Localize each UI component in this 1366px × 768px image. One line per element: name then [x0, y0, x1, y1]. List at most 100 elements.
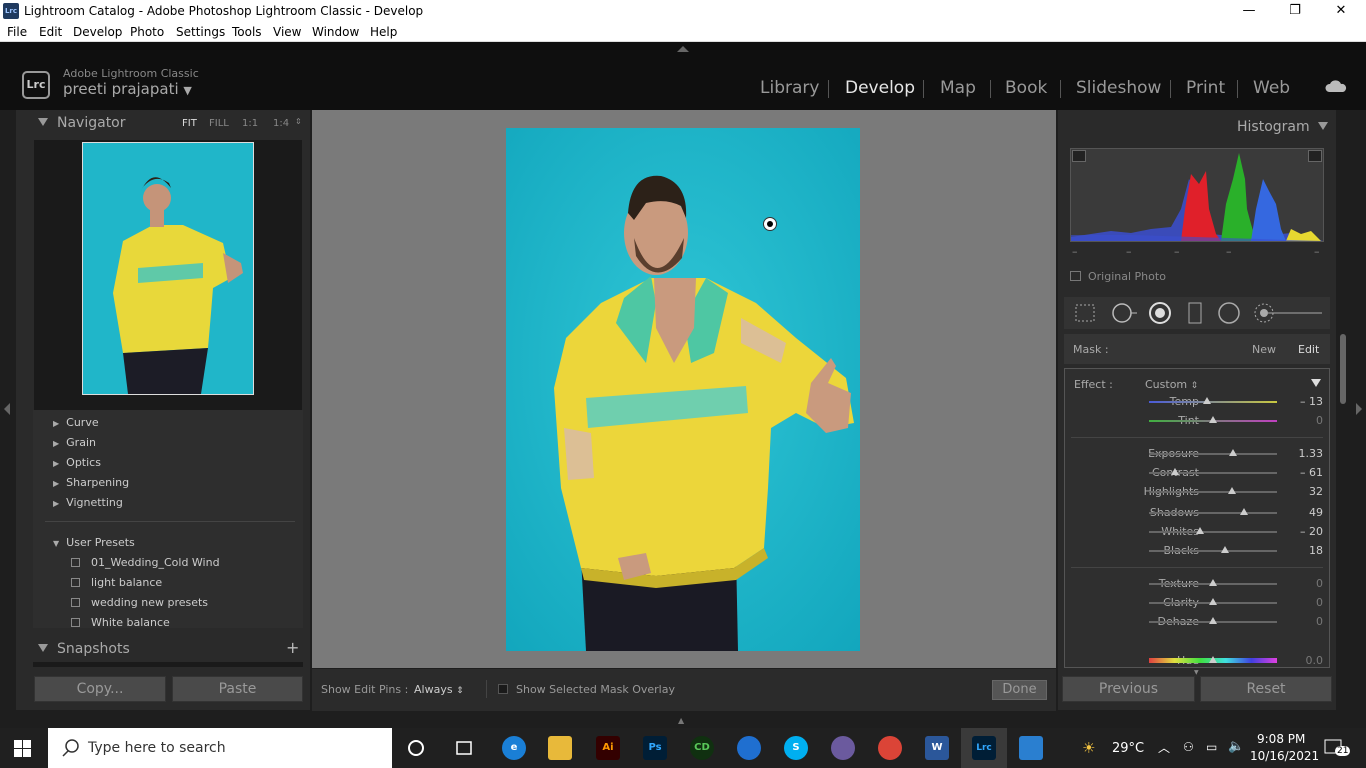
- edge-icon[interactable]: e: [502, 736, 526, 760]
- slider-value[interactable]: 0: [1287, 577, 1323, 590]
- module-develop[interactable]: Develop: [845, 78, 915, 98]
- previous-button[interactable]: Previous: [1062, 676, 1195, 702]
- maximize-button[interactable]: ❐: [1272, 0, 1318, 23]
- zoom-stepper-icon[interactable]: ⇕: [295, 117, 302, 126]
- network-icon[interactable]: ⚇: [1183, 740, 1194, 754]
- radial-filter-icon[interactable]: [1217, 301, 1241, 325]
- menu-view[interactable]: View: [273, 25, 301, 39]
- network-app-icon[interactable]: [737, 736, 761, 760]
- wifi-icon[interactable]: ▭: [1206, 740, 1217, 754]
- mask-new-button[interactable]: New: [1252, 343, 1276, 356]
- cortana-icon[interactable]: [406, 738, 426, 758]
- slider-track[interactable]: [1149, 401, 1277, 403]
- collapse-right-panel-icon[interactable]: [1356, 403, 1362, 415]
- slider-knob[interactable]: [1202, 397, 1211, 404]
- illustrator-icon[interactable]: Ai: [596, 736, 620, 760]
- slider-value[interactable]: 0: [1287, 596, 1323, 609]
- adjustment-brush-icon[interactable]: [1252, 301, 1324, 325]
- slider-knob[interactable]: [1196, 527, 1205, 534]
- slider-value[interactable]: 49: [1287, 506, 1323, 519]
- slider-exposure[interactable]: Exposure 1.33: [1065, 445, 1343, 463]
- slider-value[interactable]: 1.33: [1287, 447, 1324, 460]
- histogram-display[interactable]: [1070, 148, 1324, 242]
- slider-value[interactable]: – 61: [1287, 466, 1323, 479]
- slider-track[interactable]: [1149, 531, 1277, 533]
- module-web[interactable]: Web: [1253, 78, 1290, 98]
- slider-track[interactable]: [1149, 453, 1277, 455]
- navigator-thumbnail[interactable]: [82, 142, 254, 395]
- preset-group-grain[interactable]: ▶ Grain: [53, 436, 96, 449]
- zoom-fill[interactable]: FILL: [209, 118, 229, 129]
- collapse-filmstrip-icon[interactable]: ▲: [678, 716, 684, 725]
- menu-settings[interactable]: Settings: [176, 25, 225, 39]
- slider-knob[interactable]: [1209, 598, 1217, 605]
- slider-value[interactable]: 18: [1287, 544, 1323, 557]
- clock-time[interactable]: 9:08 PM: [1257, 732, 1305, 746]
- slider-knob[interactable]: [1220, 546, 1229, 553]
- paint-icon[interactable]: [831, 736, 855, 760]
- zoom-1-4[interactable]: 1:4: [273, 118, 289, 129]
- chevron-up-icon[interactable]: ︿: [1158, 739, 1170, 756]
- slider-highlights[interactable]: Highlights 32: [1065, 483, 1343, 501]
- module-library[interactable]: Library: [760, 78, 819, 98]
- slider-knob[interactable]: [1209, 617, 1217, 624]
- crop-tool-icon[interactable]: [1074, 303, 1096, 323]
- clock-date[interactable]: 10/16/2021: [1250, 749, 1319, 763]
- copy-button[interactable]: Copy...: [34, 676, 166, 702]
- slider-knob[interactable]: [1209, 416, 1217, 423]
- module-map[interactable]: Map: [940, 78, 976, 98]
- slider-track[interactable]: [1149, 491, 1277, 493]
- module-print[interactable]: Print: [1186, 78, 1225, 98]
- slider-track[interactable]: [1149, 550, 1277, 552]
- collapse-triangle-icon[interactable]: [1318, 122, 1328, 130]
- lightroom-taskbar-button[interactable]: Lrc: [961, 728, 1007, 768]
- taskbar-search-box[interactable]: Type here to search: [48, 728, 392, 768]
- windows-start-icon[interactable]: [14, 740, 31, 757]
- minimize-button[interactable]: —: [1226, 0, 1272, 23]
- preset-group-curve[interactable]: ▶ Curve: [53, 416, 99, 429]
- close-button[interactable]: ✕: [1318, 0, 1364, 23]
- slider-track[interactable]: [1149, 472, 1277, 474]
- slider-contrast[interactable]: Contrast – 61: [1065, 464, 1343, 482]
- zoom-fit[interactable]: FIT: [182, 118, 197, 129]
- effect-collapse-icon[interactable]: [1311, 379, 1321, 387]
- highlight-clipping-icon[interactable]: [1308, 150, 1322, 162]
- menu-tools[interactable]: Tools: [232, 25, 262, 39]
- slider-knob[interactable]: [1170, 468, 1179, 475]
- slider-texture[interactable]: Texture 0: [1065, 575, 1343, 593]
- slider-knob[interactable]: [1229, 449, 1238, 456]
- menu-file[interactable]: File: [7, 25, 27, 39]
- mask-edit-button[interactable]: Edit: [1298, 343, 1319, 356]
- show-edit-pins-select[interactable]: Always ⇕: [414, 683, 464, 696]
- slider-clarity[interactable]: Clarity 0: [1065, 594, 1343, 612]
- cloud-sync-icon[interactable]: [1325, 80, 1347, 92]
- preset-group-optics[interactable]: ▶ Optics: [53, 456, 101, 469]
- module-book[interactable]: Book: [1005, 78, 1047, 98]
- preset-group-sharpening[interactable]: ▶ Sharpening: [53, 476, 129, 489]
- effect-preset-select[interactable]: Custom ⇕: [1145, 378, 1198, 391]
- navigator-header[interactable]: Navigator FIT FILL 1:1 1:4 ⇕: [16, 110, 310, 134]
- slider-whites[interactable]: Whites – 20: [1065, 523, 1343, 541]
- slider-value[interactable]: – 20: [1287, 525, 1323, 538]
- shadow-clipping-icon[interactable]: [1072, 150, 1086, 162]
- edit-pin-icon[interactable]: [763, 217, 777, 231]
- task-view-icon[interactable]: [454, 738, 474, 758]
- navigator-preview[interactable]: [34, 140, 302, 410]
- slider-knob[interactable]: [1228, 487, 1237, 494]
- spot-removal-icon[interactable]: [1110, 301, 1140, 325]
- done-button[interactable]: Done: [992, 680, 1047, 700]
- add-snapshot-icon[interactable]: +: [286, 638, 299, 657]
- slider-value[interactable]: 0: [1287, 414, 1323, 427]
- word-icon[interactable]: W: [925, 736, 949, 760]
- original-photo-checkbox[interactable]: [1070, 271, 1081, 281]
- slider-track[interactable]: [1149, 512, 1277, 514]
- slider-blacks[interactable]: Blacks 18: [1065, 542, 1343, 560]
- slider-dehaze[interactable]: Dehaze 0: [1065, 613, 1343, 631]
- reset-button[interactable]: Reset: [1200, 676, 1332, 702]
- preset-group-vignetting[interactable]: ▶ Vignetting: [53, 496, 123, 509]
- weather-icon[interactable]: ☀: [1082, 739, 1095, 757]
- chrome-icon[interactable]: [878, 736, 902, 760]
- menu-edit[interactable]: Edit: [39, 25, 62, 39]
- collapse-left-panel-icon[interactable]: [4, 403, 10, 415]
- mask-overlay-checkbox[interactable]: [498, 684, 508, 694]
